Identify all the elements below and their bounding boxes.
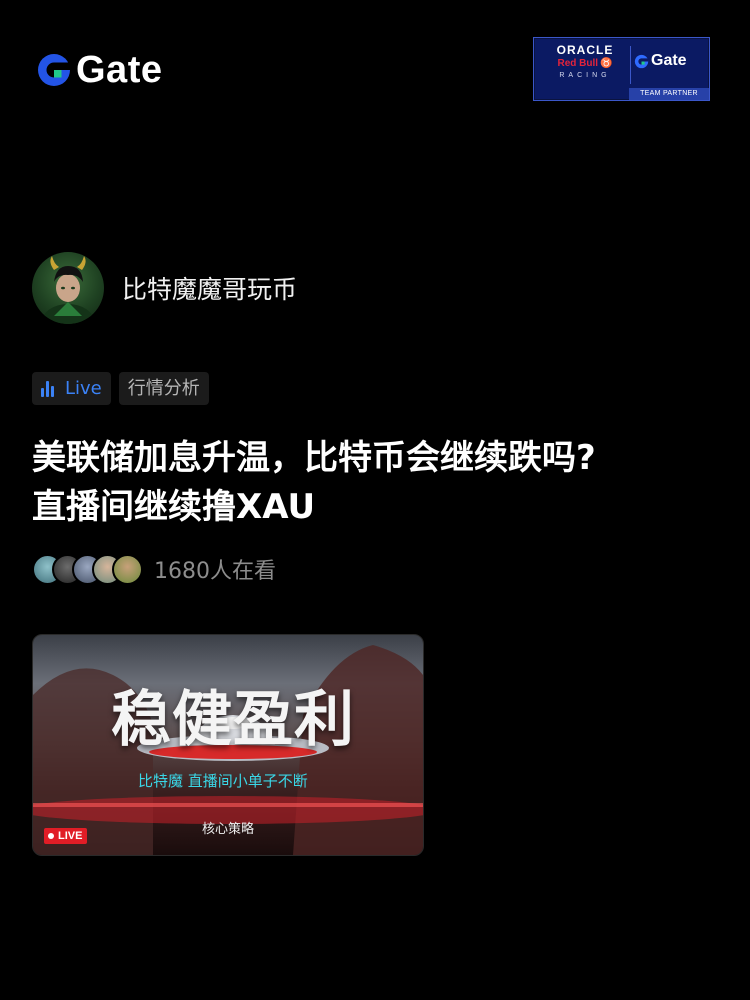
bull-icon: ♉ <box>600 58 613 69</box>
redbull-text: Red Bull ♉ <box>542 57 628 70</box>
oracle-text: ORACLE <box>556 43 614 57</box>
thumbnail-caption: 核心策略 <box>201 822 254 837</box>
live-tag[interactable]: Live <box>32 372 111 405</box>
viewer-avatar <box>112 553 143 585</box>
author-row[interactable]: 比特魔魔哥玩币 <box>32 252 297 324</box>
team-partner-label: TEAM PARTNER <box>629 88 709 100</box>
oracle-redbull-racing-logo: ORACLE Red Bull ♉ RACING <box>542 44 628 81</box>
author-name[interactable]: 比特魔魔哥玩币 <box>122 270 297 306</box>
live-badge-label: LIVE <box>58 830 83 842</box>
partner-gate-text: Gate <box>651 52 687 69</box>
gate-mini-icon <box>634 54 649 68</box>
live-bars-icon <box>41 380 56 397</box>
live-tag-label: Live <box>65 378 102 399</box>
redbull-label: Red Bull <box>557 58 599 69</box>
live-badge: LIVE <box>44 828 88 844</box>
viewer-count: 1680人在看 <box>154 559 276 584</box>
thumbnail-headline: 稳健盈利 <box>111 685 355 755</box>
post-title-line-2: 直播间继续撸XAU <box>32 487 316 527</box>
live-stream-thumbnail[interactable]: 稳健盈利 比特魔 直播间小单子不断 核心策略 LIVE <box>32 634 424 856</box>
post-title-line-1: 美联储加息升温，比特币会继续跌吗? <box>32 438 596 478</box>
viewer-avatars <box>32 553 143 585</box>
gate-logo-icon <box>38 54 70 86</box>
partner-divider <box>630 46 631 84</box>
category-tag[interactable]: 行情分析 <box>118 372 209 405</box>
gate-logo: Gate <box>36 50 162 90</box>
post-title[interactable]: 美联储加息升温，比特币会继续跌吗? 直播间继续撸XAU <box>32 434 722 532</box>
author-avatar[interactable] <box>32 252 104 324</box>
partner-gate-logo: Gate <box>634 52 687 70</box>
viewer-row: 1680人在看 <box>32 553 276 585</box>
tag-row: Live 行情分析 <box>32 372 217 405</box>
racing-text: RACING <box>559 72 611 79</box>
thumbnail-subtitle: 比特魔 直播间小单子不断 <box>138 772 308 790</box>
author-avatar-image <box>42 256 94 324</box>
team-partner-badge: ORACLE Red Bull ♉ RACING Gate TEAM PARTNE… <box>533 37 710 101</box>
live-dot-icon <box>48 833 54 839</box>
gate-logo-text: Gate <box>76 49 163 91</box>
